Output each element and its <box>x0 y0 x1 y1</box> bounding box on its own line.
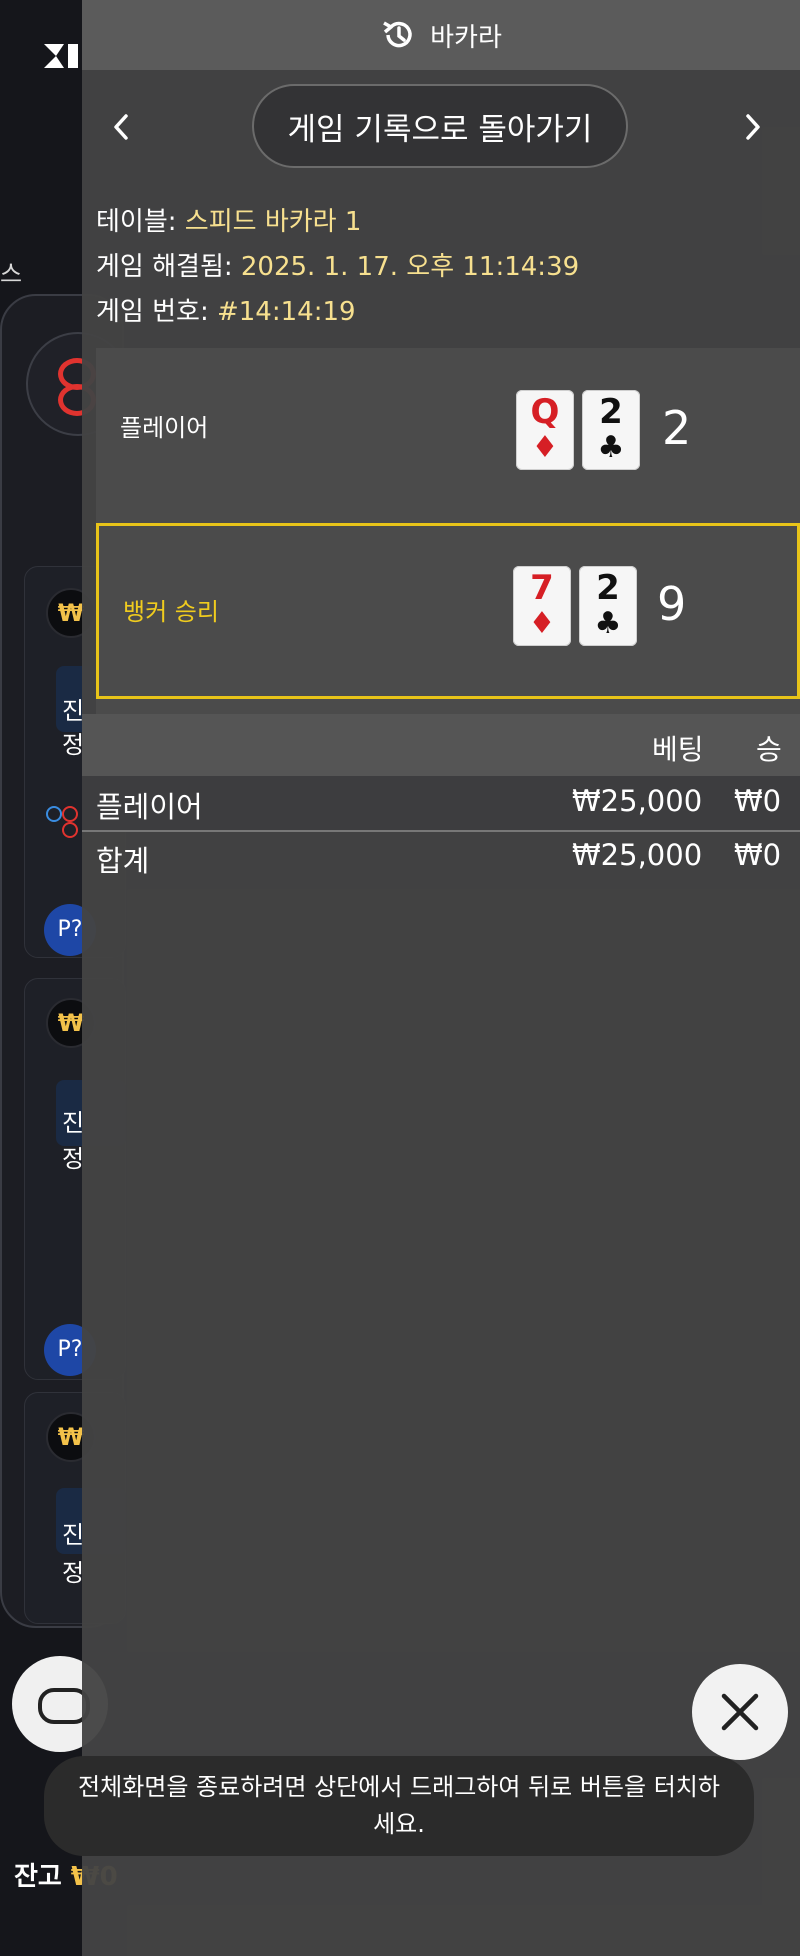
bet-column-header: 베팅 <box>652 733 704 766</box>
total-row: 합계 ₩25,000 ₩0 <box>82 830 800 884</box>
player-score: 2 <box>662 401 692 455</box>
resolved-label: 게임 해결됨: <box>96 252 241 282</box>
message-text: 진 <box>62 1109 85 1137</box>
message-text: 진 <box>62 697 85 725</box>
history-navigation: 게임 기록으로 돌아가기 <box>82 84 800 170</box>
game-number-value: #14:14:19 <box>216 297 356 327</box>
card-rank: 7 <box>530 568 554 608</box>
chevron-right-icon <box>746 114 760 140</box>
player-label: 플레이어 <box>120 414 209 442</box>
history-icon <box>383 21 412 48</box>
bet-amount: ₩25,000 <box>572 784 703 818</box>
bet-name: 플레이어 <box>96 790 203 824</box>
table-info: 테이블: 스피드 바카라 1 <box>96 206 361 238</box>
diamond-suit-icon: ♦ <box>528 606 556 641</box>
win-column-header: 승 <box>756 733 782 766</box>
resolved-value: 2025. 1. 17. 오후 11:14:39 <box>240 252 580 282</box>
table-value: 스피드 바카라 1 <box>184 207 362 237</box>
total-win-amount: ₩0 <box>734 838 782 872</box>
next-game-button[interactable] <box>728 102 778 152</box>
previous-game-button[interactable] <box>96 102 146 152</box>
win-amount: ₩0 <box>734 784 782 818</box>
banker-win-label: 뱅커 승리 <box>123 598 219 626</box>
balance-label: 잔고 <box>14 1862 71 1892</box>
banker-score: 9 <box>657 577 687 631</box>
roadmap-dot <box>62 806 78 822</box>
club-suit-icon: ♣ <box>597 430 625 465</box>
round-result-panel: 플레이어 Q ♦ 2 ♣ 2 뱅커 승리 7 ♦ 2 ♣ 9 <box>96 348 800 714</box>
message-text: 정 <box>62 1145 85 1173</box>
side-menu-text: 스 <box>0 260 23 288</box>
back-to-history-button[interactable]: 게임 기록으로 돌아가기 <box>252 84 628 168</box>
message-text: 정 <box>62 1559 85 1587</box>
roadmap-dot <box>62 822 78 838</box>
fullscreen-hint-toast: 전체화면을 종료하려면 상단에서 드래그하여 뒤로 버튼을 터치하세요. <box>44 1756 754 1856</box>
player-result-row: 플레이어 Q ♦ 2 ♣ 2 <box>96 348 800 508</box>
toast-text: 전체화면을 종료하려면 상단에서 드래그하여 뒤로 버튼을 터치하세요. <box>78 1773 720 1838</box>
total-label: 합계 <box>96 844 150 878</box>
diamond-suit-icon: ♦ <box>531 430 559 465</box>
playing-card: 7 ♦ <box>513 566 571 646</box>
chevron-left-icon <box>114 114 128 140</box>
playing-card: 2 ♣ <box>582 390 640 470</box>
club-suit-icon: ♣ <box>594 606 622 641</box>
message-text: 진 <box>62 1521 85 1549</box>
game-number-label: 게임 번호: <box>96 297 217 327</box>
page-title: 바카라 <box>430 22 502 53</box>
playing-card: Q ♦ <box>516 390 574 470</box>
brand-logo-icon <box>44 44 78 68</box>
total-bet-amount: ₩25,000 <box>572 838 703 872</box>
bet-row: 플레이어 ₩25,000 ₩0 <box>82 776 800 832</box>
game-history-overlay: 바카라 게임 기록으로 돌아가기 테이블: 스피드 바카라 1 게임 해결됨: … <box>82 0 800 1956</box>
game-number-info: 게임 번호: #14:14:19 <box>96 296 356 328</box>
playing-card: 2 ♣ <box>579 566 637 646</box>
table-label: 테이블: <box>96 207 185 237</box>
card-rank: 2 <box>599 392 623 432</box>
card-rank: 2 <box>596 568 620 608</box>
close-icon <box>721 1693 759 1731</box>
bet-table-header: 베팅 승 <box>82 714 800 776</box>
close-button[interactable] <box>692 1664 788 1760</box>
history-title-bar: 바카라 <box>82 0 800 70</box>
card-rank: Q <box>530 392 560 432</box>
message-text: 정 <box>62 731 85 759</box>
resolved-info: 게임 해결됨: 2025. 1. 17. 오후 11:14:39 <box>96 251 579 283</box>
banker-result-row: 뱅커 승리 7 ♦ 2 ♣ 9 <box>96 523 800 699</box>
roadmap-dot <box>46 806 62 822</box>
